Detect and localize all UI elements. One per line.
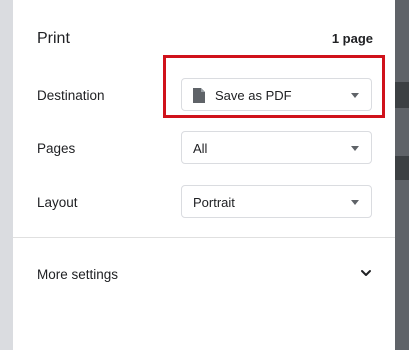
preview-backdrop-right: [395, 0, 409, 350]
dropdown-caret-icon: [351, 200, 359, 205]
page-count: 1 page: [331, 31, 373, 46]
more-settings-toggle[interactable]: More settings: [37, 267, 118, 282]
chevron-down-icon[interactable]: [359, 266, 373, 280]
pages-label: Pages: [37, 141, 76, 156]
dropdown-caret-icon: [351, 146, 359, 151]
divider: [13, 237, 395, 238]
layout-value: Portrait: [193, 195, 235, 210]
print-settings-panel: Print 1 page Destination Save as PDF Pag…: [13, 0, 395, 350]
layout-select[interactable]: Portrait: [181, 185, 372, 218]
layout-label: Layout: [37, 195, 78, 210]
pages-select[interactable]: All: [181, 131, 372, 164]
pages-value: All: [193, 141, 208, 156]
preview-backdrop-left: [0, 0, 13, 350]
print-title: Print: [37, 30, 70, 47]
annotation-highlight-box: [163, 55, 385, 118]
destination-label: Destination: [37, 88, 105, 103]
